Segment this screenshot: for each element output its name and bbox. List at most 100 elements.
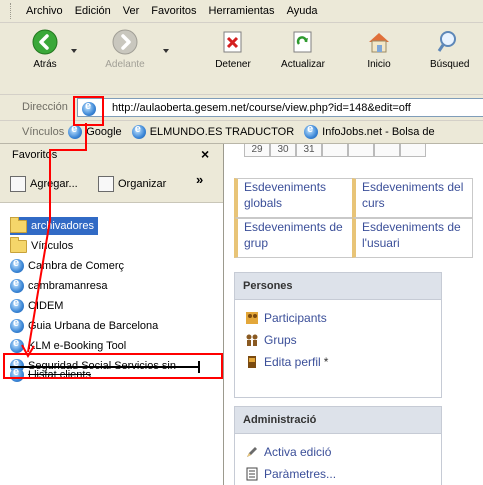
settings-link[interactable]: Paràmetres... [245, 467, 336, 481]
organize-label: Organizar [118, 178, 167, 190]
home-button[interactable]: Inicio [362, 29, 396, 70]
link-infojobs[interactable]: InfoJobs.net - Bolsa de [304, 123, 435, 139]
standard-toolbar: Atrás Adelante Detener Actualizar Inicio… [0, 23, 483, 95]
menu-bar: Archivo Edición Ver Favoritos Herramient… [0, 0, 483, 23]
calendar-day-empty [400, 144, 426, 157]
address-input[interactable]: http://aulaoberta.gesem.net/course/view.… [77, 98, 483, 117]
favorites-pane: Favoritos × Agregar... Organizar » archi… [0, 144, 224, 485]
stop-label: Detener [215, 59, 251, 70]
favorite-label: Guia Urbana de Barcelona [28, 320, 159, 332]
persones-block: Persones Participants Grups Edita perfil… [234, 272, 442, 398]
search-label: Búsqued [430, 59, 470, 70]
participants-icon [245, 311, 259, 325]
grups-link[interactable]: Grups [245, 333, 297, 347]
address-label: Dirección [22, 101, 68, 113]
forward-arrow-icon [112, 29, 138, 55]
stop-icon [220, 29, 246, 55]
calendar-day-empty [322, 144, 348, 157]
calendar-legend: Esdeveniments globals Esdeveniments del … [234, 158, 482, 258]
menu-favoritos[interactable]: Favoritos [145, 0, 202, 22]
more-options-chevron-icon[interactable]: » [196, 172, 203, 187]
folder-icon [10, 216, 27, 233]
edit-profile-label: Edita perfil [264, 355, 321, 369]
link-label: ELMUNDO.ES TRADUCTOR [149, 126, 295, 138]
legend-global-events[interactable]: Esdeveniments globals [234, 178, 355, 218]
menu-archivo[interactable]: Archivo [20, 0, 69, 22]
address-url: http://aulaoberta.gesem.net/course/view.… [112, 101, 411, 114]
add-favorite-button[interactable]: Agregar... [10, 176, 78, 192]
forward-dropdown-icon[interactable] [163, 49, 169, 55]
back-arrow-icon [32, 29, 58, 55]
search-icon [436, 29, 462, 55]
annotation-highlight-page-icon [73, 96, 104, 126]
close-icon[interactable]: × [201, 146, 209, 162]
legend-course-events[interactable]: Esdeveniments del curs [352, 178, 473, 218]
link-elmundo[interactable]: ELMUNDO.ES TRADUCTOR [131, 123, 295, 139]
favorite-label: Cambra de Comerç [28, 260, 124, 272]
refresh-label: Actualizar [281, 59, 325, 70]
favorite-folder-archivadores[interactable]: archivadores [10, 216, 98, 235]
favorites-title: Favoritos [12, 149, 58, 161]
folder-icon [10, 236, 27, 253]
menu-edicion[interactable]: Edición [69, 0, 117, 22]
participants-label: Participants [264, 311, 327, 325]
favorite-link[interactable]: CIDEM [10, 297, 63, 315]
stop-button[interactable]: Detener [213, 29, 253, 70]
back-label: Atrás [33, 59, 57, 70]
activate-edit-label: Activa edició [264, 445, 332, 459]
favorite-label: cambramanresa [28, 280, 108, 292]
favorite-link[interactable]: Guia Urbana de Barcelona [10, 317, 158, 335]
refresh-icon [290, 29, 316, 55]
settings-document-icon [245, 467, 259, 481]
calendar-day-empty [348, 144, 374, 157]
links-label: Vínculos [22, 126, 65, 138]
refresh-button[interactable]: Actualizar [278, 29, 328, 70]
search-button[interactable]: Búsqued [430, 29, 483, 70]
favorites-actions: Agregar... Organizar » [0, 166, 223, 203]
favorite-label: Vínculos [31, 240, 74, 252]
ie-icon [10, 317, 24, 333]
edit-profile-link[interactable]: Edita perfil * [245, 355, 328, 369]
calendar-day[interactable]: 31 [296, 144, 322, 157]
settings-label: Paràmetres... [264, 467, 337, 481]
legend-group-events[interactable]: Esdeveniments de grup [234, 218, 355, 258]
toolbar-grip[interactable] [10, 3, 14, 19]
ie-icon [131, 123, 146, 139]
favorite-link[interactable]: Cambra de Comerç [10, 257, 124, 275]
ie-icon [304, 123, 319, 139]
favorite-label: KLM e-Booking Tool [28, 340, 127, 352]
activate-edit-link[interactable]: Activa edició [245, 445, 331, 459]
edit-profile-marker: * [323, 355, 329, 369]
administracio-block: Administració Activa edició Paràmetres..… [234, 406, 442, 485]
favorite-link[interactable]: cambramanresa [10, 277, 107, 295]
back-dropdown-icon[interactable] [71, 49, 77, 55]
calendar-day[interactable]: 30 [270, 144, 296, 157]
ie-icon [10, 337, 24, 353]
menu-ayuda[interactable]: Ayuda [281, 0, 324, 22]
add-favorite-icon [10, 176, 26, 192]
ie-icon [68, 123, 83, 139]
ie-icon [10, 277, 24, 293]
organize-favorites-button[interactable]: Organizar [98, 176, 166, 192]
menu-herramientas[interactable]: Herramientas [203, 0, 281, 22]
participants-link[interactable]: Participants [245, 311, 327, 325]
home-icon [366, 29, 392, 55]
grups-label: Grups [264, 333, 297, 347]
link-label: Google [86, 126, 122, 138]
back-button[interactable]: Atrás [30, 29, 60, 70]
home-label: Inicio [367, 59, 391, 70]
administracio-title: Administració [235, 407, 441, 434]
menu-ver[interactable]: Ver [117, 0, 146, 22]
page-content: 29 30 31 Esdeveniments globals Esdevenim… [224, 144, 483, 485]
forward-button[interactable]: Adelante [95, 29, 155, 70]
link-label: InfoJobs.net - Bolsa de [322, 126, 435, 138]
link-google[interactable]: Google [68, 123, 122, 139]
calendar-day[interactable]: 29 [244, 144, 270, 157]
add-favorite-label: Agregar... [30, 178, 78, 190]
favorites-header: Favoritos × [0, 144, 223, 166]
favorite-label: CIDEM [28, 300, 64, 312]
legend-user-events[interactable]: Esdeveniments de l'usuari [352, 218, 473, 258]
favorite-folder-vinculos[interactable]: Vínculos [10, 236, 74, 255]
calendar-day-empty [374, 144, 400, 157]
persones-title: Persones [235, 273, 441, 300]
